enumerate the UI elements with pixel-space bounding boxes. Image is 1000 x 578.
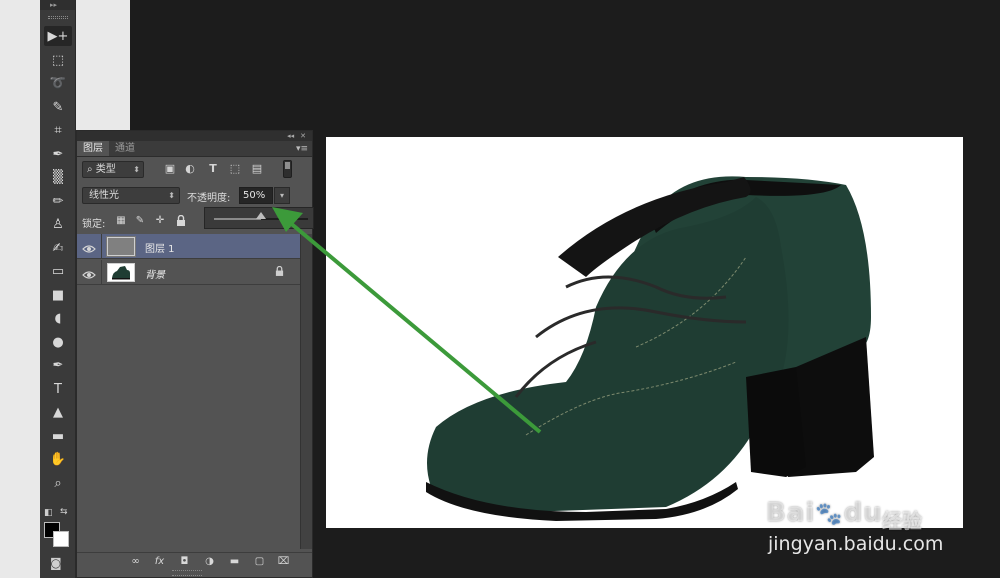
opacity-slider-track[interactable] — [214, 212, 308, 220]
close-icon[interactable]: ✕ — [300, 132, 306, 140]
type-icon[interactable]: T — [44, 379, 72, 399]
eyedropper-icon[interactable]: ✒ — [44, 144, 72, 164]
desktop-background — [0, 0, 40, 578]
delete-layer-icon[interactable]: ⌧ — [277, 556, 290, 568]
lock-pixels-icon[interactable]: ✎ — [134, 215, 146, 227]
filter-label: ⌕ 类型 — [87, 164, 116, 175]
opacity-dropdown-button[interactable]: ▾ — [274, 187, 290, 204]
visibility-eye-icon[interactable] — [82, 240, 96, 253]
background-color-swatch[interactable] — [53, 531, 69, 547]
link-layers-icon[interactable]: ∞ — [129, 556, 142, 568]
lock-position-icon[interactable]: ✛ — [154, 215, 166, 227]
zoom-icon[interactable]: ⌕ — [44, 473, 72, 493]
quick-mask-icon[interactable]: ◙ — [50, 556, 62, 570]
blend-row: 线性光 ⬍ 不透明度: 50% ▾ — [77, 184, 312, 207]
blur-icon[interactable]: ◖ — [44, 308, 72, 328]
shape-icon[interactable]: ▬ — [44, 426, 72, 446]
layer-name[interactable]: 图层 1 — [145, 240, 175, 255]
collapse-icon[interactable]: ◂◂ — [287, 132, 294, 140]
desktop-background-right — [76, 0, 130, 130]
layer-style-icon[interactable]: fx — [153, 556, 166, 568]
swap-colors-icon[interactable]: ⇆ — [60, 507, 68, 517]
type-filter-icon[interactable]: T — [206, 162, 220, 176]
photoshop-window: ▸▸ ◧ ⇆ ◙ ◂◂ ✕ 图层 通道 ▾≡ ⌕ 类型 ⬍ ▣ ◐ T ⬚ ▤ — [0, 0, 1000, 578]
blend-mode-value: 线性光 — [89, 190, 119, 201]
lasso-icon[interactable]: ➰ — [44, 73, 72, 93]
crop-icon[interactable]: ⌗ — [44, 120, 72, 140]
lock-all-icon[interactable] — [175, 214, 187, 227]
pixel-filter-icon[interactable]: ▣ — [163, 162, 177, 176]
layers-panel-footer: ∞ fx ◘ ◑ ▬ ▢ ⌧ — [77, 552, 312, 570]
opacity-label: 不透明度: — [187, 193, 231, 204]
panel-tabs: 图层 通道 ▾≡ — [77, 141, 312, 157]
smart-object-filter-icon[interactable]: ▤ — [250, 162, 264, 176]
history-brush-icon[interactable]: ✍ — [44, 238, 72, 258]
lock-transparent-icon[interactable]: ▦ — [115, 215, 127, 227]
tab-layers[interactable]: 图层 — [77, 141, 109, 156]
watermark-url: jingyan.baidu.com — [768, 533, 944, 555]
default-colors-icon[interactable]: ◧ — [44, 508, 53, 518]
layer-name[interactable]: 背景 — [145, 266, 165, 281]
adjustment-filter-icon[interactable]: ◐ — [183, 162, 197, 176]
quick-select-icon[interactable]: ✎ — [44, 97, 72, 117]
pen-icon[interactable]: ✒ — [44, 355, 72, 375]
lock-label: 锁定: — [82, 219, 106, 230]
tools-panel-grip[interactable] — [40, 10, 75, 24]
marquee-icon[interactable]: ⬚ — [44, 50, 72, 70]
layer-filter-select[interactable]: ⌕ 类型 ⬍ — [82, 161, 144, 178]
eraser-icon[interactable]: ▭ — [44, 261, 72, 281]
move-icon[interactable]: ▶+ — [44, 26, 72, 46]
layer-row-layer1[interactable]: 图层 1 — [77, 234, 300, 259]
dodge-icon[interactable]: ● — [44, 332, 72, 352]
visibility-eye-icon[interactable] — [82, 266, 96, 279]
layer-lock-icon — [275, 265, 284, 279]
watermark-jingyan: 经验 — [882, 509, 922, 533]
layer-thumbnail[interactable] — [106, 236, 136, 257]
brush-icon[interactable]: ✏ — [44, 191, 72, 211]
tab-channels[interactable]: 通道 — [109, 141, 141, 156]
shape-filter-icon[interactable]: ⬚ — [228, 162, 242, 176]
layers-panel: ◂◂ ✕ 图层 通道 ▾≡ ⌕ 类型 ⬍ ▣ ◐ T ⬚ ▤ 线性光 ⬍ 不透明… — [76, 130, 314, 578]
watermark-logo: Bai🐾du — [766, 498, 883, 528]
new-group-icon[interactable]: ▬ — [228, 556, 241, 568]
opacity-input[interactable]: 50% — [239, 187, 273, 204]
opacity-slider-thumb[interactable] — [256, 212, 266, 219]
layers-panel-topbar: ◂◂ ✕ — [77, 131, 312, 141]
add-mask-icon[interactable]: ◘ — [178, 556, 191, 568]
stamp-icon[interactable]: ♙ — [44, 214, 72, 234]
blend-mode-select[interactable]: 线性光 ⬍ — [82, 187, 180, 204]
layers-list: 图层 1 背景 — [77, 234, 300, 549]
opacity-slider-popup — [204, 207, 314, 229]
layers-scrollbar[interactable] — [300, 234, 312, 549]
healing-brush-icon[interactable]: ▒ — [44, 167, 72, 187]
filter-toggle[interactable] — [283, 160, 292, 178]
adjustment-layer-icon[interactable]: ◑ — [203, 556, 216, 568]
shoe-illustration — [426, 176, 874, 521]
tools-panel-header[interactable]: ▸▸ — [40, 0, 75, 10]
gradient-icon[interactable]: ■ — [44, 285, 72, 305]
path-select-icon[interactable]: ▲ — [44, 402, 72, 422]
canvas-image[interactable] — [326, 137, 963, 528]
hand-icon[interactable]: ✋ — [44, 449, 72, 469]
opacity-slider-fill — [214, 218, 261, 220]
new-layer-icon[interactable]: ▢ — [253, 556, 266, 568]
panel-menu-icon[interactable]: ▾≡ — [296, 142, 308, 156]
layer-row-background[interactable]: 背景 — [77, 260, 300, 285]
layer-thumbnail[interactable] — [107, 263, 135, 282]
filter-row: ⌕ 类型 ⬍ ▣ ◐ T ⬚ ▤ — [77, 158, 312, 181]
panel-resize-grip[interactable] — [172, 570, 202, 576]
